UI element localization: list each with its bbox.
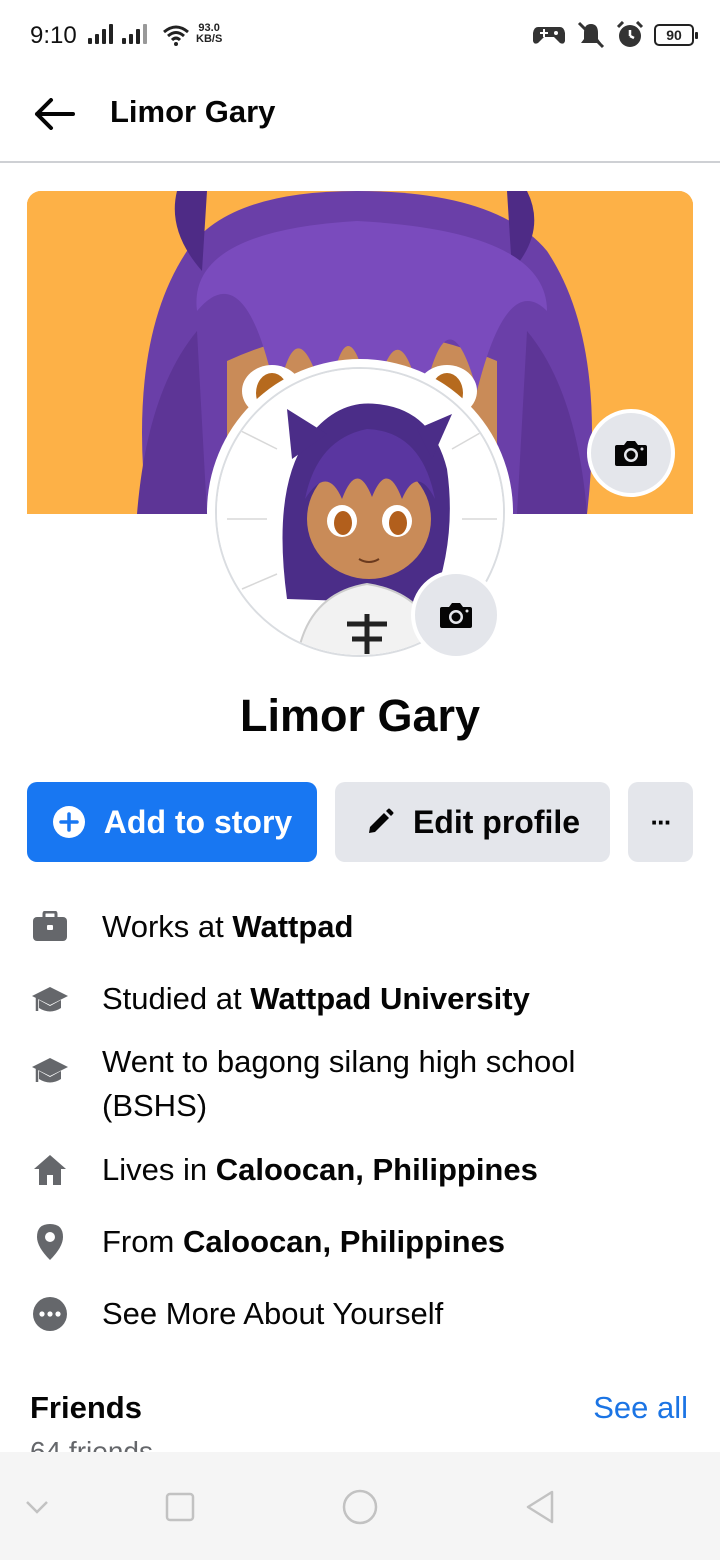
graduation-cap-icon (30, 1052, 70, 1092)
arrow-left-icon (35, 98, 75, 130)
nav-hide-button[interactable] (14, 1484, 60, 1530)
camera-icon (615, 441, 647, 466)
net-speed-unit: KB/S (196, 33, 223, 45)
top-app-bar: Limor Gary (0, 72, 720, 163)
signal-icon (88, 24, 116, 44)
intro-from-value[interactable]: Caloocan, Philippines (183, 1224, 505, 1259)
nav-recents-button[interactable] (157, 1484, 203, 1530)
intro-studied-prefix: Studied at (102, 981, 251, 1016)
location-pin-icon (30, 1222, 70, 1262)
status-icons: 90 (532, 20, 698, 50)
profile-screen: 9:10 93.0 KB/S 90 Limor Gary Limor Gary … (0, 0, 720, 1560)
intro-work-value[interactable]: Wattpad (232, 909, 353, 944)
page-title: Limor Gary (110, 94, 276, 129)
briefcase-icon (30, 907, 70, 947)
friends-title: Friends (30, 1390, 142, 1425)
more-circle-icon (30, 1294, 70, 1334)
plus-circle-icon (52, 805, 86, 839)
square-icon (165, 1492, 195, 1522)
intro-from-prefix: From (102, 1224, 183, 1259)
intro-studied-value[interactable]: Wattpad University (250, 981, 530, 1016)
edit-profile-label: Edit profile (412, 803, 581, 840)
edit-profile-button[interactable]: Edit profile (335, 782, 610, 862)
vibrate-mute-icon (577, 21, 605, 49)
status-bar: 9:10 93.0 KB/S 90 (0, 0, 720, 72)
home-icon (30, 1150, 70, 1190)
circle-icon (342, 1489, 378, 1525)
nav-back-button[interactable] (517, 1484, 563, 1530)
see-all-friends-link[interactable]: See all (593, 1390, 688, 1426)
triangle-back-icon (526, 1490, 554, 1524)
intro-high-school-text: Went to bagong silang high school (BSHS) (102, 1044, 576, 1123)
system-nav-bar (0, 1452, 720, 1560)
more-dots-icon: ··· (650, 806, 673, 837)
intro-see-more-text: See More About Yourself (102, 1296, 444, 1331)
add-to-story-label: Add to story (103, 803, 293, 840)
gamepad-icon (533, 27, 565, 44)
edit-cover-photo-button[interactable] (587, 409, 675, 497)
battery-icon: 90 (654, 24, 698, 46)
nav-home-button[interactable] (337, 1484, 383, 1530)
pencil-icon (365, 807, 395, 837)
alarm-icon (616, 21, 644, 47)
add-to-story-button[interactable]: Add to story (27, 782, 317, 862)
wifi-icon (162, 24, 190, 51)
intro-lives-text: Lives in Caloocan, Philippines (102, 1148, 682, 1192)
more-options-button[interactable]: ··· (628, 782, 693, 862)
intro-from-text: From Caloocan, Philippines (102, 1220, 682, 1264)
camera-icon (440, 603, 472, 628)
edit-profile-picture-button[interactable] (411, 570, 501, 660)
net-speed: 93.0 KB/S (196, 23, 222, 45)
intro-studied-text: Studied at Wattpad University (102, 977, 682, 1021)
status-time: 9:10 (30, 22, 77, 49)
back-button[interactable] (26, 90, 82, 138)
intro-lives-prefix: Lives in (102, 1152, 216, 1187)
intro-work-prefix: Works at (102, 909, 233, 944)
signal-icon (122, 24, 150, 44)
profile-name: Limor Gary (239, 690, 481, 741)
intro-work-text: Works at Wattpad (102, 905, 682, 949)
graduation-cap-icon (30, 981, 70, 1021)
chevron-down-icon (26, 1501, 48, 1514)
intro-lives-value[interactable]: Caloocan, Philippines (216, 1152, 538, 1187)
